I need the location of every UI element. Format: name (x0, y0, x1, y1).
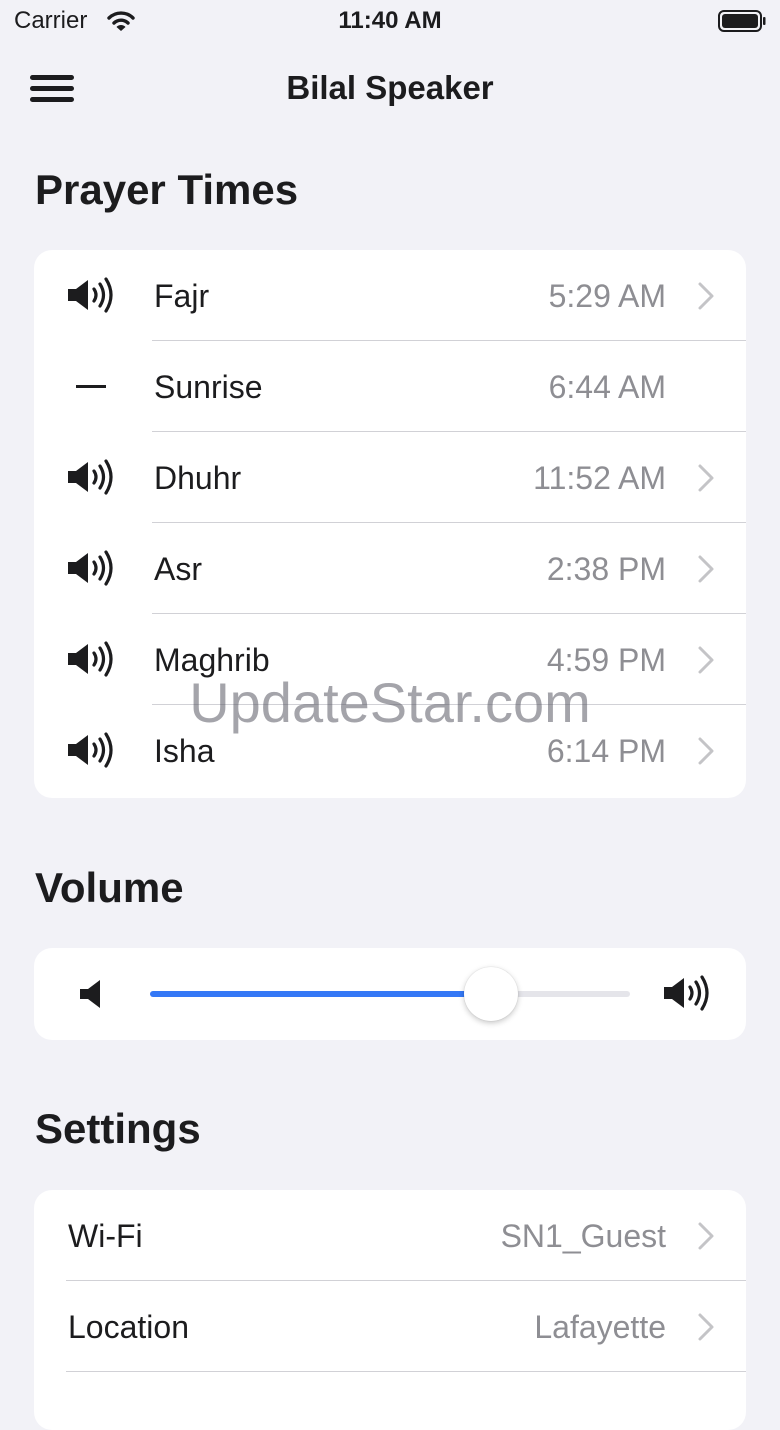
prayer-name: Dhuhr (154, 460, 242, 496)
setting-label: Wi-Fi (68, 1218, 143, 1254)
speaker-icon (68, 641, 113, 677)
prayer-name: Asr (154, 551, 202, 587)
chevron-right-icon (698, 555, 714, 583)
dash-icon (76, 385, 106, 388)
chevron-right-icon (698, 737, 714, 765)
settings-heading: Settings (35, 1105, 201, 1152)
settings-list: Wi-Fi SN1_Guest Location Lafayette (34, 1190, 746, 1430)
prayer-row-maghrib[interactable]: Maghrib 4:59 PM (34, 614, 746, 705)
volume-high-icon (664, 975, 709, 1011)
chevron-right-icon (698, 1222, 714, 1250)
prayer-times-list: Fajr 5:29 AM Sunrise 6:44 AM Dhuhr 11:52… (34, 250, 746, 798)
setting-value: SN1_Guest (500, 1218, 666, 1254)
slider-fill (150, 991, 491, 997)
volume-heading: Volume (35, 864, 184, 911)
chevron-right-icon (698, 1313, 714, 1341)
settings-row-wifi[interactable]: Wi-Fi SN1_Guest (34, 1190, 746, 1281)
setting-label: Location (68, 1309, 189, 1345)
page-title: Bilal Speaker (286, 69, 494, 106)
chevron-right-icon (698, 282, 714, 310)
speaker-icon (68, 550, 113, 586)
row-divider (66, 1371, 746, 1372)
speaker-icon (68, 732, 113, 768)
settings-row-location[interactable]: Location Lafayette (34, 1281, 746, 1372)
prayer-row-sunrise: Sunrise 6:44 AM (34, 341, 746, 432)
prayer-times-heading: Prayer Times (35, 166, 299, 213)
prayer-name: Sunrise (154, 369, 263, 405)
prayer-row-dhuhr[interactable]: Dhuhr 11:52 AM (34, 432, 746, 523)
prayer-row-isha[interactable]: Isha 6:14 PM (34, 705, 746, 796)
prayer-time: 6:14 PM (546, 733, 666, 769)
volume-slider[interactable] (150, 967, 630, 1021)
status-bar: Carrier 11:40 AM (0, 0, 780, 44)
clock: 11:40 AM (338, 7, 442, 34)
battery-icon (718, 10, 766, 32)
prayer-time: 5:29 AM (548, 278, 666, 314)
prayer-time: 6:44 AM (548, 369, 666, 405)
prayer-time: 11:52 AM (533, 460, 666, 496)
prayer-name: Fajr (154, 278, 210, 314)
prayer-time: 2:38 PM (546, 551, 666, 587)
speaker-icon (68, 277, 113, 313)
prayer-time: 4:59 PM (546, 642, 666, 678)
speaker-icon (68, 459, 113, 495)
chevron-right-icon (698, 464, 714, 492)
navigation-bar: Bilal Speaker (0, 55, 780, 121)
prayer-row-asr[interactable]: Asr 2:38 PM (34, 523, 746, 614)
prayer-name: Maghrib (154, 642, 270, 678)
slider-thumb[interactable] (463, 967, 518, 1021)
chevron-right-icon (698, 646, 714, 674)
setting-value: Lafayette (534, 1309, 666, 1345)
prayer-name: Isha (154, 733, 215, 769)
volume-low-icon (80, 980, 100, 1008)
volume-card (34, 948, 746, 1040)
prayer-row-fajr[interactable]: Fajr 5:29 AM (34, 250, 746, 341)
